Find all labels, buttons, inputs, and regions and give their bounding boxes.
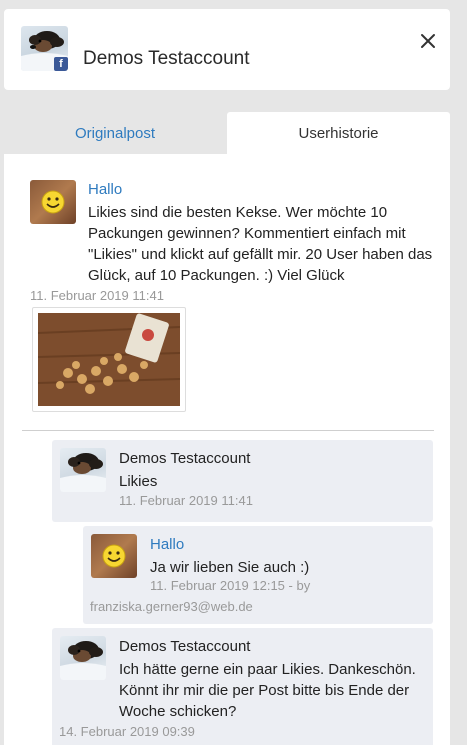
reply-by-email: franziska.gerner93@web.de xyxy=(90,599,253,614)
close-button[interactable] xyxy=(417,30,439,52)
post-avatar xyxy=(91,534,137,578)
reply-text: Likies xyxy=(119,473,158,490)
reply-text-line: Ich hätte gerne ein paar Likies. Dankesc… xyxy=(119,661,416,678)
cookies-image xyxy=(38,313,180,406)
post-text-line: Glück, auf 10 Packungen. :) Viel Glück xyxy=(88,267,345,284)
divider xyxy=(22,430,434,431)
avatar xyxy=(60,636,106,680)
history-item: Demos Testaccount Likies 11. Februar 201… xyxy=(52,440,433,522)
reply-text-line: Woche schicken? xyxy=(119,703,237,720)
page-title: Demos Testaccount xyxy=(83,48,250,69)
avatar xyxy=(60,448,106,492)
reply-author-link[interactable]: Hallo xyxy=(150,536,184,553)
reply-text: Ich hätte gerne ein paar Likies. Dankesc… xyxy=(119,659,416,722)
dog-avatar-image xyxy=(60,453,106,492)
reply-text-line: Könnt ihr mir die per Post bitte bis End… xyxy=(119,682,410,699)
post-image[interactable] xyxy=(32,307,186,412)
post-author-link[interactable]: Hallo xyxy=(88,181,122,198)
tab-originalpost[interactable]: Originalpost xyxy=(4,112,226,154)
reply-timestamp: 11. Februar 2019 11:41 xyxy=(119,493,253,508)
reply-timestamp: 11. Februar 2019 12:15 - by xyxy=(150,578,311,593)
post-avatar xyxy=(30,180,76,224)
tab-userhistorie[interactable]: Userhistorie xyxy=(227,112,450,154)
avatar: f xyxy=(21,26,68,71)
reply-text: Ja wir lieben Sie auch :) xyxy=(150,559,310,576)
history-item: Demos Testaccount Ich hätte gerne ein pa… xyxy=(52,628,433,745)
post-text-line: Packungen gewinnen? Kommentiert einfach … xyxy=(88,225,406,242)
reply-author: Demos Testaccount xyxy=(119,638,251,655)
post-text: Likies sind die besten Kekse. Wer möchte… xyxy=(88,202,432,286)
post-text-line: Likies sind die besten Kekse. Wer möchte… xyxy=(88,204,388,221)
conversation-header: f Demos Testaccount xyxy=(4,9,450,90)
smiley-icon xyxy=(102,544,126,568)
cookie-photo xyxy=(38,313,180,406)
smiley-icon xyxy=(41,190,65,214)
dog-avatar-image xyxy=(60,641,106,680)
reply-author: Demos Testaccount xyxy=(119,450,251,467)
reply-timestamp: 14. Februar 2019 09:39 xyxy=(59,724,195,739)
post-text-line: "Likies" und klickt auf gefällt mir. 20 … xyxy=(88,246,433,263)
history-panel: Hallo Likies sind die besten Kekse. Wer … xyxy=(4,154,450,745)
close-icon xyxy=(421,34,435,48)
facebook-icon: f xyxy=(54,57,68,71)
post-timestamp: 11. Februar 2019 11:41 xyxy=(30,288,164,303)
history-item: Hallo Ja wir lieben Sie auch :) 11. Febr… xyxy=(83,526,433,624)
